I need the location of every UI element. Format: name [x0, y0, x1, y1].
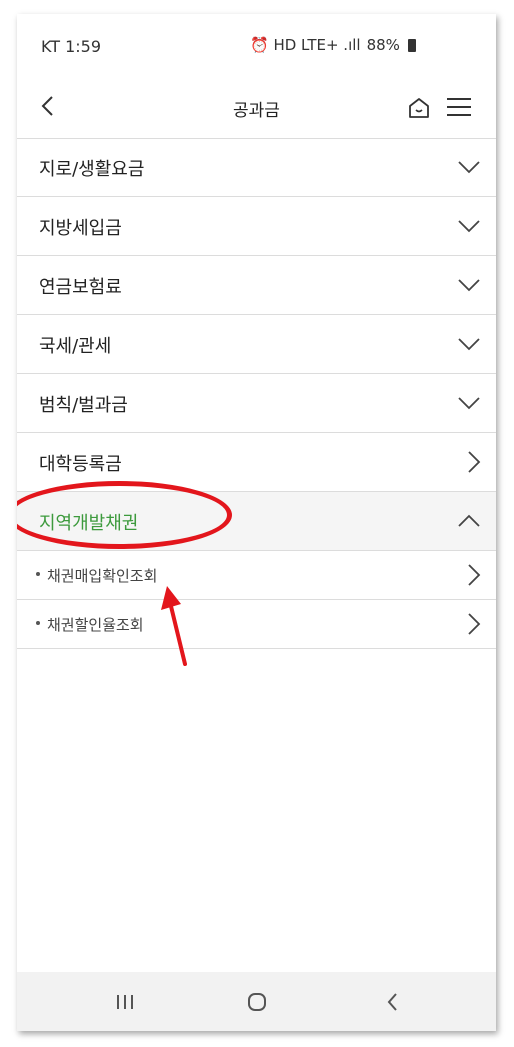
back-chevron-icon[interactable]: [379, 988, 407, 1016]
sub-item-bond-purchase-inquiry[interactable]: 채권매입확인조회: [17, 551, 496, 600]
chevron-right-icon: [468, 451, 481, 473]
menu-item-local-tax[interactable]: 지방세입금: [17, 197, 496, 256]
home-icon[interactable]: [407, 96, 431, 120]
bullet-dot: [36, 572, 40, 576]
menu-item-label: 연금보험료: [39, 277, 122, 298]
chevron-up-icon: [458, 514, 480, 527]
system-navigation-bar: [17, 972, 496, 1031]
chevron-down-icon: [458, 338, 480, 351]
menu-item-label: 지로/생활요금: [39, 159, 145, 180]
highlight-oval: [17, 481, 232, 549]
sub-item-label: 채권할인율조회: [47, 616, 144, 634]
chevron-right-icon: [468, 564, 481, 586]
annotation-arrow-icon: [161, 586, 187, 666]
sub-item-bond-discount-rate[interactable]: 채권할인율조회: [17, 600, 496, 649]
menu-item-pension[interactable]: 연금보험료: [17, 256, 496, 315]
menu-item-giro[interactable]: 지로/생활요금: [17, 138, 496, 197]
menu-item-label: 국세/관세: [39, 336, 112, 357]
menu-item-label: 범칙/벌과금: [39, 395, 128, 416]
signal-indicators: ⏰ HD LTE+ .ıll: [250, 36, 361, 54]
status-bar: KT 1:59 ⏰ HD LTE+ .ıll 88%: [17, 14, 496, 76]
menu-item-fines[interactable]: 범칙/벌과금: [17, 374, 496, 433]
menu-item-national-tax[interactable]: 국세/관세: [17, 315, 496, 374]
chevron-down-icon: [458, 397, 480, 410]
chevron-down-icon: [458, 220, 480, 233]
chevron-down-icon: [458, 161, 480, 174]
app-header: 공과금: [17, 76, 496, 139]
menu-item-label: 지방세입금: [39, 218, 122, 239]
status-indicators: ⏰ HD LTE+ .ıll 88%: [250, 36, 416, 54]
battery-icon: [407, 38, 416, 52]
hamburger-menu-icon[interactable]: [446, 95, 472, 119]
menu-item-label: 대학등록금: [39, 454, 122, 475]
chevron-down-icon: [458, 279, 480, 292]
recent-apps-icon[interactable]: [111, 988, 139, 1016]
phone-screen: KT 1:59 ⏰ HD LTE+ .ıll 88% 공과금 지로/생활요금 지…: [17, 14, 496, 1031]
home-circle-icon[interactable]: [243, 988, 271, 1016]
carrier-time: KT 1:59: [41, 37, 102, 56]
bullet-dot: [36, 621, 40, 625]
battery-level: 88%: [366, 36, 400, 54]
chevron-right-icon: [468, 613, 481, 635]
sub-item-label: 채권매입확인조회: [47, 567, 158, 585]
